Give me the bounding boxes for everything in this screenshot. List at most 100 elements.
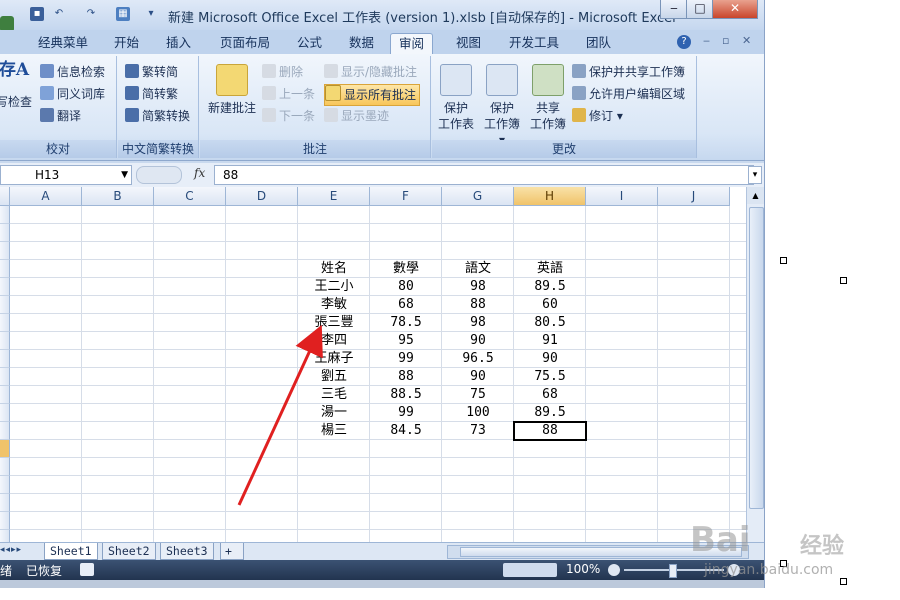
sheet-tab-2[interactable]: Sheet2 xyxy=(102,543,156,560)
workbook-close-icon[interactable]: ✕ xyxy=(742,34,751,47)
formula-input[interactable]: 88 xyxy=(214,165,754,185)
minimize-button[interactable]: ‒ xyxy=(660,0,688,19)
group-title-proofing: 校对 xyxy=(0,140,116,158)
protect-share-icon xyxy=(572,64,586,78)
new-comment-button[interactable]: 新建批注 xyxy=(206,64,258,116)
sheet-tab-bar: ◂◂▸▸ Sheet1 Sheet2 Sheet3 + xyxy=(0,542,764,561)
show-ink-icon xyxy=(324,108,338,122)
protect-workbook-button[interactable]: 保护 工作簿 ▾ xyxy=(480,64,524,148)
vertical-scroll-thumb[interactable] xyxy=(749,207,764,509)
tab-page-layout[interactable]: 页面布局 xyxy=(218,33,272,54)
watermark-url: jingyan.baidu.com xyxy=(704,562,834,578)
next-comment-icon xyxy=(262,108,276,122)
worksheet-grid[interactable]: ABCDEFGHIJ 姓名 數學 語文 英語 王二小 80 98 89.5 李敏 68 88 60 張三… xyxy=(0,187,746,542)
protect-share-button[interactable]: 保护并共享工作簿 xyxy=(572,62,685,82)
trad-to-simp-button[interactable]: 繁转简 xyxy=(125,62,178,82)
new-comment-icon xyxy=(216,64,248,96)
ribbon-minimize-icon[interactable]: ‒ xyxy=(703,34,710,47)
insert-function-icon[interactable]: fx xyxy=(194,166,205,180)
ribbon-restore-icon[interactable]: ▫ xyxy=(722,34,729,47)
simp-to-trad-icon xyxy=(125,86,139,100)
delete-comment-icon xyxy=(262,64,276,78)
sheet-tab-3[interactable]: Sheet3 xyxy=(160,543,214,560)
group-title-changes: 更改 xyxy=(432,140,696,158)
track-changes-button[interactable]: 修订 ▾ xyxy=(572,106,623,126)
protect-workbook-icon xyxy=(486,64,518,96)
save-icon[interactable]: ▪ xyxy=(30,7,44,21)
show-all-comments-button[interactable]: 显示所有批注 xyxy=(324,84,421,106)
zoom-out-icon[interactable] xyxy=(608,564,620,576)
ribbon-tabs: 经典菜单 开始 插入 页面布局 公式 数据 审阅 视图 开发工具 团队 ? ‒ … xyxy=(0,30,764,55)
show-hide-comment-button[interactable]: 显示/隐藏批注 xyxy=(324,62,417,82)
research-button[interactable]: 信息检索 xyxy=(40,62,105,82)
simp-to-trad-button[interactable]: 简转繁 xyxy=(125,84,178,104)
protect-sheet-button[interactable]: 保护 工作表 xyxy=(436,64,476,132)
thesaurus-icon xyxy=(40,86,54,100)
status-bar: 绪 已恢复 100% xyxy=(0,560,764,580)
tab-team[interactable]: 团队 xyxy=(584,33,613,54)
undo-icon[interactable]: ↶ xyxy=(52,7,66,21)
chinese-convert-button[interactable]: 简繁转换 xyxy=(125,106,190,126)
excel-window: ▪ ↶ ↷ ▦ ▾ 新建 Microsoft Office Excel 工作表 … xyxy=(0,0,765,588)
insert-sheet-icon[interactable]: + xyxy=(220,543,244,560)
quick-access-icon[interactable]: ▦ xyxy=(116,7,130,21)
customize-qat-icon[interactable]: ▾ xyxy=(144,7,158,21)
protect-sheet-icon xyxy=(440,64,472,96)
group-chinese-conversion: 繁转简 简转繁 简繁转换 中文简繁转换 xyxy=(118,56,199,158)
watermark-text: 经验 xyxy=(800,534,845,559)
title-bar: ▪ ↶ ↷ ▦ ▾ 新建 Microsoft Office Excel 工作表 … xyxy=(0,0,764,32)
name-box-dropdown-icon[interactable]: ▼ xyxy=(121,166,128,184)
group-title-comments: 批注 xyxy=(200,140,430,158)
tab-insert[interactable]: 插入 xyxy=(164,33,193,54)
chinese-convert-icon xyxy=(125,108,139,122)
research-icon xyxy=(40,64,54,78)
previous-comment-button[interactable]: 上一条 xyxy=(262,84,315,104)
vertical-scrollbar[interactable]: ▲ xyxy=(746,187,764,542)
spelling-button[interactable]: 存A 写检查 xyxy=(0,62,36,110)
group-changes: 保护 工作表 保护 工作簿 ▾ 共享 工作簿 保护并共享工作簿 允许用户编辑区域… xyxy=(432,56,697,158)
scroll-up-icon[interactable]: ▲ xyxy=(747,187,764,204)
track-changes-icon xyxy=(572,108,586,122)
tab-classic-menu[interactable]: 经典菜单 xyxy=(36,33,90,54)
share-workbook-icon xyxy=(532,64,564,96)
window-bottom-border xyxy=(0,580,764,588)
sheet-tab-1[interactable]: Sheet1 xyxy=(44,543,98,560)
formula-expand-handle[interactable] xyxy=(136,166,182,184)
view-buttons[interactable] xyxy=(503,563,557,577)
close-button[interactable]: ✕ xyxy=(712,0,758,19)
tab-developer[interactable]: 开发工具 xyxy=(507,33,561,54)
resize-handle[interactable] xyxy=(840,277,847,284)
status-ready: 绪 xyxy=(0,564,13,578)
tab-formulas[interactable]: 公式 xyxy=(295,33,324,54)
zoom-slider-thumb[interactable] xyxy=(669,564,677,578)
thesaurus-button[interactable]: 同义词库 xyxy=(40,84,105,104)
show-ink-button[interactable]: 显示墨迹 xyxy=(324,106,389,126)
zoom-level[interactable]: 100% xyxy=(566,562,600,576)
tab-review[interactable]: 审阅 xyxy=(390,33,434,55)
allow-edit-ranges-button[interactable]: 允许用户编辑区域 xyxy=(572,84,685,104)
name-box[interactable]: H13 ▼ xyxy=(0,165,132,185)
tab-data[interactable]: 数据 xyxy=(347,33,376,54)
previous-comment-icon xyxy=(262,86,276,100)
delete-comment-button[interactable]: 删除 xyxy=(262,62,303,82)
group-proofing: 存A 写检查 信息检索 同义词库 翻译 校对 xyxy=(0,56,117,158)
trad-to-simp-icon xyxy=(125,64,139,78)
help-icon[interactable]: ? xyxy=(677,35,691,49)
ribbon-panel: 存A 写检查 信息检索 同义词库 翻译 校对 繁转简 简转繁 简繁转换 中文简繁… xyxy=(0,54,764,161)
sheet-nav-icon[interactable]: ◂◂▸▸ xyxy=(0,545,22,555)
formula-bar-expand-icon[interactable]: ▾ xyxy=(748,166,762,184)
show-hide-comment-icon xyxy=(324,64,338,78)
resize-handle[interactable] xyxy=(780,257,787,264)
show-all-comments-icon xyxy=(325,85,341,101)
translate-button[interactable]: 翻译 xyxy=(40,106,81,126)
redo-icon[interactable]: ↷ xyxy=(84,7,98,21)
next-comment-button[interactable]: 下一条 xyxy=(262,106,315,126)
macro-record-icon[interactable] xyxy=(80,563,94,576)
tab-view[interactable]: 视图 xyxy=(454,33,483,54)
tab-home[interactable]: 开始 xyxy=(112,33,141,54)
allow-edit-ranges-icon xyxy=(572,86,586,100)
formula-bar: H13 ▼ fx 88 ▾ xyxy=(0,163,764,188)
share-workbook-button[interactable]: 共享 工作簿 xyxy=(528,64,568,132)
maximize-button[interactable]: □ xyxy=(686,0,714,19)
annotation-arrow xyxy=(237,324,323,506)
